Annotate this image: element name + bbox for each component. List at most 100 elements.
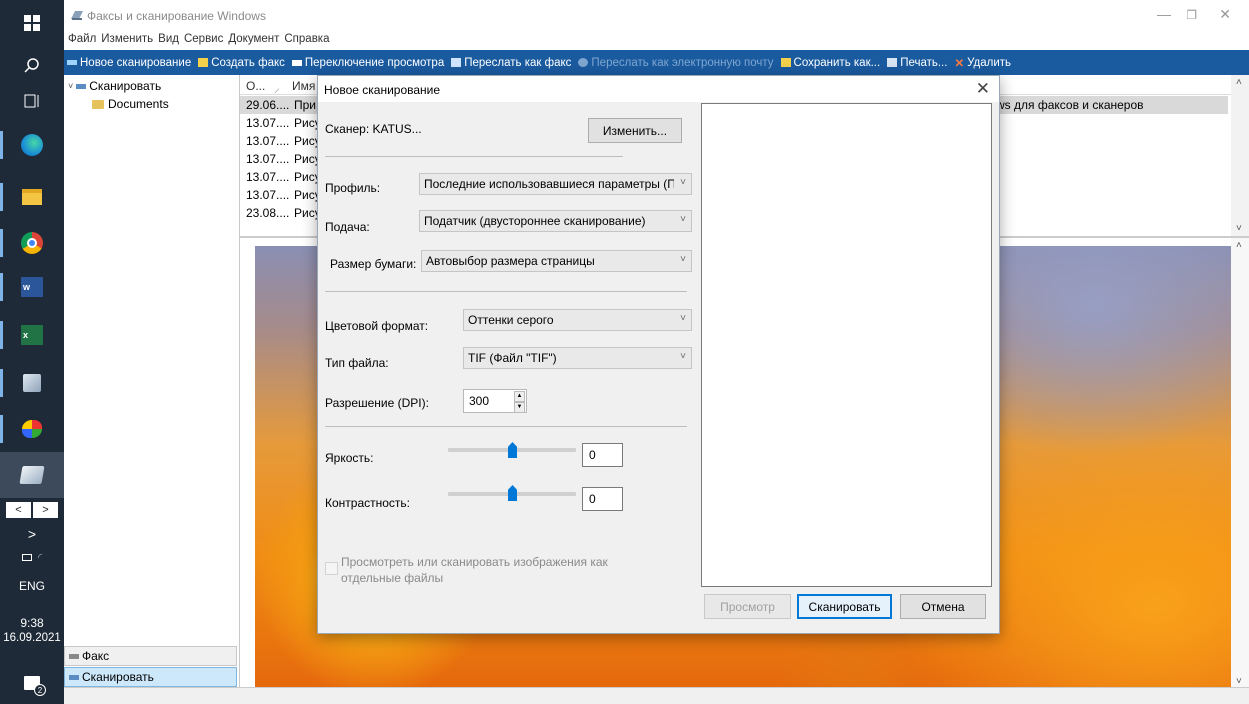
chevron-up-icon[interactable]: ˄	[1236, 240, 1242, 251]
nav-fax-button[interactable]: Факс	[64, 646, 237, 666]
preview-scrollbar[interactable]: ˄ ˅	[1231, 238, 1249, 689]
spinner-up-icon[interactable]: ▲	[514, 391, 525, 402]
table-row[interactable]: 13.07.... Рису	[246, 152, 321, 170]
taskbar-next-button[interactable]: >	[33, 502, 58, 518]
source-select[interactable]: Податчик (двустороннее сканирование) ˅	[419, 210, 692, 232]
profile-label: Профиль:	[325, 181, 381, 195]
clock-date[interactable]: 16.09.2021	[0, 632, 64, 644]
dpi-spinner[interactable]: 300 ▲ ▼	[463, 389, 527, 413]
tree-item-documents[interactable]: Documents	[92, 95, 169, 113]
excel-app[interactable]: x	[0, 312, 64, 358]
print-icon	[887, 58, 898, 67]
task-view-button[interactable]	[0, 78, 64, 124]
contrast-value-input[interactable]: 0	[582, 487, 623, 511]
language-indicator[interactable]: ENG	[0, 579, 64, 593]
chevron-down-icon: ˅	[680, 351, 686, 362]
save-as-button[interactable]: Сохранить как...	[780, 57, 880, 69]
chevron-down-icon[interactable]: ˅	[1236, 676, 1242, 687]
chevron-down-icon: ˅	[680, 177, 686, 188]
scanner-app[interactable]	[0, 360, 64, 406]
spinner-down-icon[interactable]: ▼	[514, 402, 525, 413]
menu-tools[interactable]: Сервис	[184, 33, 223, 45]
explorer-app[interactable]	[0, 174, 64, 220]
menu-view[interactable]: Вид	[158, 33, 179, 45]
scanner-label: Сканер: KATUS...	[325, 122, 422, 136]
notifications-button[interactable]: 2	[0, 660, 64, 704]
chevron-down-icon: ˅	[680, 313, 686, 324]
nav-scan-button[interactable]: Сканировать	[64, 667, 237, 687]
chrome-app[interactable]	[0, 220, 64, 266]
chevron-down-icon: ˅	[68, 81, 74, 91]
chevron-down-icon[interactable]: ˅	[1236, 223, 1242, 234]
brightness-slider-thumb[interactable]	[508, 442, 517, 458]
scanner-icon	[23, 374, 41, 392]
fax-nav-icon	[69, 653, 79, 659]
column-header-name[interactable]: Имя	[292, 79, 315, 93]
forward-fax-icon	[451, 58, 462, 67]
dpi-spinner-buttons[interactable]: ▲ ▼	[514, 391, 525, 413]
chevron-up-icon[interactable]: ˄	[1236, 77, 1242, 88]
table-row[interactable]: 13.07.... Рису	[246, 170, 321, 188]
new-scan-dialog: Новое сканирование ✕ Сканер: KATUS... Из…	[317, 75, 1000, 634]
forward-fax-button[interactable]: Переслать как факс	[451, 57, 571, 69]
profile-select[interactable]: Последние использовавшиеся параметры (По…	[419, 173, 692, 195]
restore-button[interactable]: ❐	[1186, 8, 1197, 22]
table-row[interactable]: 23.08.... Рису	[246, 206, 321, 224]
forward-email-button[interactable]: Переслать как электронную почту	[578, 57, 774, 69]
scan-nav-icon	[69, 674, 79, 680]
folder-tree: ˅ Сканировать Documents	[64, 75, 240, 687]
print-button[interactable]: Печать...	[887, 57, 947, 69]
new-fax-button[interactable]: Создать факс	[198, 57, 285, 69]
separate-files-checkbox[interactable]	[325, 562, 338, 575]
delete-button[interactable]: ✕ Удалить	[954, 56, 1011, 70]
file-type-select[interactable]: TIF (Файл "TIF") ˅	[463, 347, 692, 369]
paper-size-select[interactable]: Автовыбор размера страницы ˅	[421, 250, 692, 272]
toggle-view-button[interactable]: Переключение просмотра	[291, 57, 444, 69]
table-row[interactable]: 13.07.... Рису	[246, 134, 321, 152]
taskbar-prev-button[interactable]: <	[6, 502, 31, 518]
menu-edit[interactable]: Изменить	[101, 33, 153, 45]
new-scan-button[interactable]: Новое сканирование	[67, 57, 191, 69]
brightness-value-input[interactable]: 0	[582, 443, 623, 467]
minimize-button[interactable]: —	[1157, 6, 1171, 22]
show-hidden-icons-button[interactable]: >	[0, 526, 64, 542]
edge-icon	[21, 134, 43, 156]
paper-size-label: Размер бумаги:	[330, 257, 417, 271]
menu-help[interactable]: Справка	[284, 33, 329, 45]
change-scanner-button[interactable]: Изменить...	[588, 118, 682, 143]
scan-icon	[67, 60, 77, 65]
tray-icons[interactable]: ◜	[0, 550, 64, 564]
folder-icon	[22, 189, 42, 205]
task-view-icon	[24, 94, 39, 108]
contrast-slider-thumb[interactable]	[508, 485, 517, 501]
cancel-button[interactable]: Отмена	[900, 594, 986, 619]
email-icon	[578, 58, 589, 67]
list-scrollbar[interactable]: ˄ ˅	[1231, 75, 1249, 236]
column-header-date[interactable]: О...	[246, 79, 265, 93]
table-row[interactable]: 13.07.... Рису	[246, 188, 321, 206]
menu-file[interactable]: Файл	[68, 33, 96, 45]
clock-time[interactable]: 9:38	[0, 616, 64, 630]
start-button[interactable]	[0, 0, 64, 46]
fax-icon	[19, 466, 45, 484]
fax-scan-app[interactable]	[0, 452, 64, 498]
status-bar	[64, 687, 1249, 704]
separator	[325, 291, 687, 292]
delete-icon: ✕	[954, 57, 965, 70]
notification-icon: 2	[24, 676, 46, 696]
paint-app[interactable]	[0, 406, 64, 452]
tree-item-scan[interactable]: ˅ Сканировать	[68, 77, 161, 95]
view-icon	[291, 59, 302, 66]
close-window-button[interactable]: ✕	[1219, 6, 1231, 23]
excel-icon: x	[21, 325, 43, 345]
table-row[interactable]: 13.07.... Рису	[246, 116, 321, 134]
menu-document[interactable]: Документ	[228, 33, 279, 45]
table-row[interactable]: 29.06.... При	[246, 98, 316, 116]
color-format-select[interactable]: Оттенки серого ˅	[463, 309, 692, 331]
edge-app[interactable]	[0, 122, 64, 168]
word-app[interactable]: w	[0, 264, 64, 310]
dialog-close-button[interactable]: ✕	[976, 79, 990, 99]
preview-button[interactable]: Просмотр	[704, 594, 791, 619]
separator	[325, 156, 623, 157]
scan-button[interactable]: Сканировать	[797, 594, 892, 619]
